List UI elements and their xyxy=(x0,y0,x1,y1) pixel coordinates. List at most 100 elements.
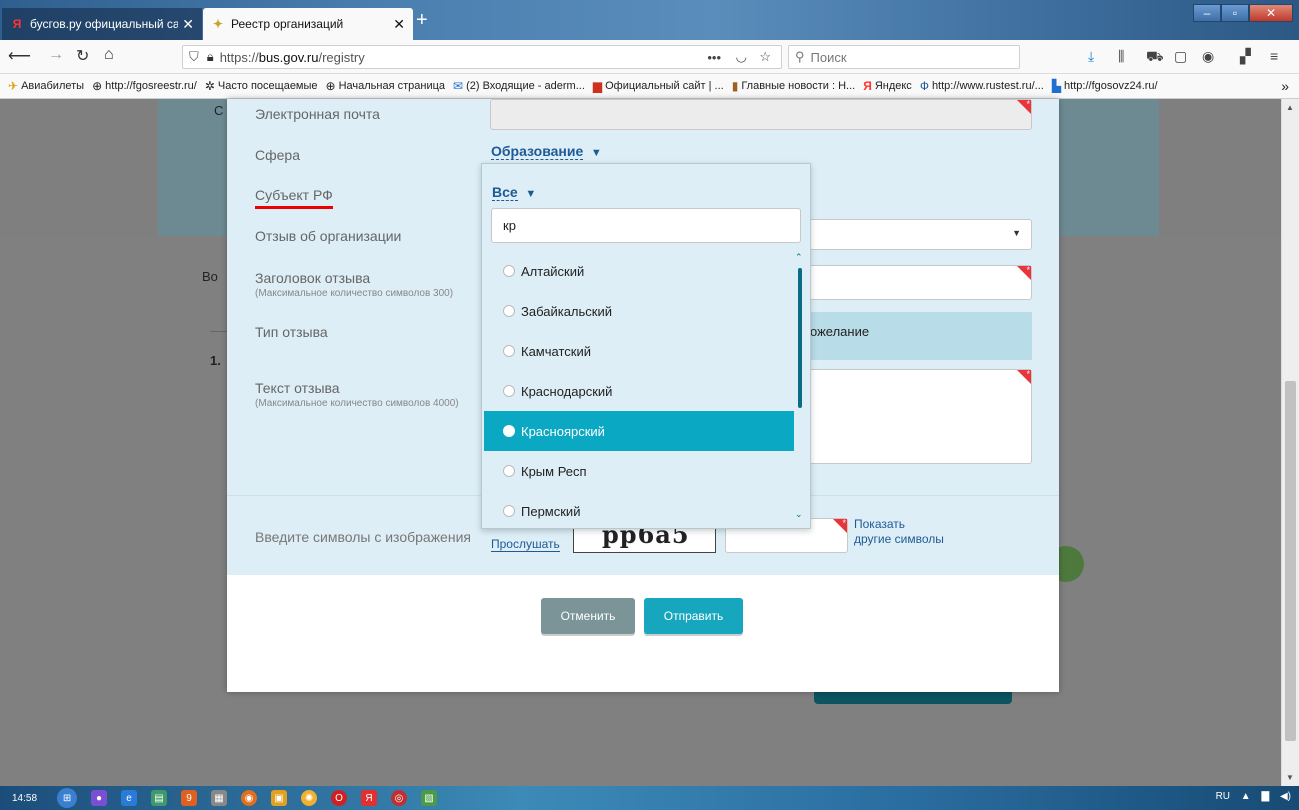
option-label: Пермский xyxy=(521,503,581,519)
app-icon[interactable]: ▣ xyxy=(271,790,288,806)
scroll-up-icon[interactable]: ▲ xyxy=(1286,103,1294,112)
captcha-refresh-link[interactable]: Показать другие символы xyxy=(854,517,944,547)
app-icon[interactable]: ▧ xyxy=(421,790,438,806)
lock-icon[interactable]: 🔒︎ xyxy=(207,49,214,65)
sidebar-icon[interactable]: ▢ xyxy=(1174,48,1187,65)
cart-icon[interactable]: ⛟ xyxy=(1146,48,1164,67)
select-arrow-icon: ▼ xyxy=(1012,228,1021,238)
dropdown-scrollbar[interactable]: ⌃ ⌄ xyxy=(795,252,804,519)
bookmark-label: http://fgosovz24.ru/ xyxy=(1064,80,1158,92)
bookmark-label: Главные новости : Н... xyxy=(741,80,856,92)
menu-icon[interactable]: ≡ xyxy=(1270,48,1278,64)
email-field[interactable] xyxy=(490,99,1032,130)
scroll-down-icon[interactable]: ▼ xyxy=(1286,773,1294,782)
bookmark-item[interactable]: ✉ (2) Входящие - aderm... xyxy=(453,79,585,93)
reload-icon[interactable]: ↻ xyxy=(76,46,89,66)
bookmark-star-icon[interactable]: ☆ xyxy=(759,49,771,65)
downloads-icon[interactable]: ⤓ xyxy=(1088,48,1094,65)
url-bar[interactable]: ⛉ 🔒︎ https:// bus.gov.ru /registry ••• ◡… xyxy=(182,45,782,69)
volume-icon[interactable]: ◀) xyxy=(1280,791,1291,802)
maximize-button[interactable]: ▫ xyxy=(1221,4,1249,22)
search-input[interactable]: ⚲ Поиск xyxy=(788,45,1020,69)
shield-icon[interactable]: ⛉ xyxy=(189,49,199,65)
bookmark-item[interactable]: ⊕ Начальная страница xyxy=(326,79,446,93)
captcha-listen-link[interactable]: Прослушать xyxy=(491,537,560,552)
home-icon[interactable]: ⌂ xyxy=(104,46,114,64)
review-title-label-text: Заголовок отзыва xyxy=(255,270,371,286)
account-icon[interactable]: ◉ xyxy=(1202,48,1214,65)
bookmark-item[interactable]: ▆ Официальный сайт | ... xyxy=(593,79,724,93)
taskbar-clock: 14:58 xyxy=(12,792,38,804)
chevron-down-icon[interactable]: ⌄ xyxy=(795,509,803,520)
cancel-button[interactable]: Отменить xyxy=(541,598,635,634)
app-icon[interactable]: ▦ xyxy=(211,790,228,806)
subject-search-input[interactable]: кр xyxy=(491,208,801,243)
subject-option[interactable]: Крым Респ xyxy=(484,451,794,491)
review-text-label-text: Текст отзыва xyxy=(255,380,340,396)
sphere-select[interactable]: Образование ▼ xyxy=(491,143,602,160)
extensions-icon[interactable]: ▞ xyxy=(1240,48,1251,65)
subject-option[interactable]: Забайкальский xyxy=(484,291,794,331)
internet-explorer-icon[interactable]: e xyxy=(121,790,138,806)
subject-dropdown: Все ▼ кр Алтайский Забайкальский Камчатс… xyxy=(481,163,811,529)
bookmark-item[interactable]: ✲ Часто посещаемые xyxy=(205,79,318,93)
library-icon[interactable]: ⫼ xyxy=(1118,48,1124,65)
page-text-fragment: Во xyxy=(202,269,218,284)
gear-icon: ✲ xyxy=(204,79,215,93)
dropdown-triangle-icon: ▼ xyxy=(590,147,602,159)
app-icon[interactable]: ✺ xyxy=(301,790,318,806)
subject-option[interactable]: Краснодарский xyxy=(484,371,794,411)
new-tab-button[interactable]: + xyxy=(416,10,428,30)
network-icon[interactable]: ▇ xyxy=(1261,791,1269,802)
radio-icon xyxy=(503,345,515,357)
firefox-icon[interactable]: ◉ xyxy=(241,790,258,806)
scrollbar-thumb[interactable] xyxy=(1285,381,1296,741)
bookmarks-bar: ✈ Авиабилеты ⊕ http://fgosreestr.ru/ ✲ Част… xyxy=(0,74,1299,99)
subject-all-toggle[interactable]: Все ▼ xyxy=(492,184,536,201)
bookmark-item[interactable]: Фhttp://www.rustest.ru/... xyxy=(920,79,1044,93)
close-window-button[interactable]: ✕ xyxy=(1249,4,1293,22)
radio-icon xyxy=(503,505,515,517)
more-bookmarks-icon[interactable]: » xyxy=(1281,78,1289,94)
language-indicator[interactable]: RU xyxy=(1216,791,1230,802)
back-icon[interactable]: ⟵ xyxy=(8,46,31,66)
subject-option[interactable]: Пермский xyxy=(484,491,794,531)
app-icon[interactable]: 9 xyxy=(181,790,198,806)
bookmark-label: Часто посещаемые xyxy=(217,80,318,92)
minimize-button[interactable]: – xyxy=(1193,4,1221,22)
bookmark-item[interactable]: ✈ Авиабилеты xyxy=(8,79,84,93)
subject-option-selected[interactable]: Красноярский xyxy=(484,411,794,451)
globe-icon: ⊕ xyxy=(325,79,336,93)
subject-option[interactable]: Камчатский xyxy=(484,331,794,371)
app-icon[interactable]: ● xyxy=(91,790,108,806)
globe-icon: ⊕ xyxy=(92,79,103,93)
bookmark-item[interactable]: Я Яндекс xyxy=(863,79,912,93)
send-button[interactable]: Отправить xyxy=(644,598,743,634)
bookmark-item[interactable]: ⊕ http://fgosreestr.ru/ xyxy=(92,79,197,93)
page-scrollbar[interactable]: ▲ ▼ xyxy=(1281,99,1299,786)
bookmark-item[interactable]: ▙ http://fgosovz24.ru/ xyxy=(1052,79,1158,93)
file-explorer-icon[interactable]: ▤ xyxy=(151,790,168,806)
radio-icon xyxy=(503,385,515,397)
opera-icon[interactable]: O xyxy=(331,790,348,806)
start-button-icon[interactable]: ⊞ xyxy=(57,788,78,808)
close-tab-icon[interactable]: ✕ xyxy=(182,16,194,33)
close-tab-icon[interactable]: ✕ xyxy=(393,16,405,33)
review-text-hint: (Максимальное количество символов 4000) xyxy=(255,398,459,409)
pocket-icon[interactable]: ◡ xyxy=(736,49,747,65)
rustest-icon: Ф xyxy=(919,79,929,93)
dropdown-scrollbar-thumb[interactable] xyxy=(798,268,802,408)
sphere-label: Сфера xyxy=(255,147,300,163)
chevron-up-icon[interactable]: ⌃ xyxy=(795,252,803,263)
chrome-icon[interactable]: ◎ xyxy=(391,790,408,806)
tab-busgov-info[interactable]: Я бусгов.ру официальный сайт ✕ xyxy=(2,8,202,40)
page-actions-icon[interactable]: ••• xyxy=(707,50,721,65)
bookmark-item[interactable]: ▮ Главные новости : Н... xyxy=(732,79,855,93)
forward-icon[interactable]: → xyxy=(48,46,64,64)
navigation-bar: ⟵ → ↻ ⌂ ⛉ 🔒︎ https:// bus.gov.ru /regist… xyxy=(0,40,1299,74)
tab-registry[interactable]: ✦ Реестр организаций ✕ xyxy=(203,8,413,40)
window-controls: – ▫ ✕ xyxy=(1193,4,1293,22)
yandex-browser-icon[interactable]: Я xyxy=(361,790,378,806)
tray-arrow-icon[interactable]: ▲ xyxy=(1241,791,1251,802)
subject-option[interactable]: Алтайский xyxy=(484,251,794,291)
